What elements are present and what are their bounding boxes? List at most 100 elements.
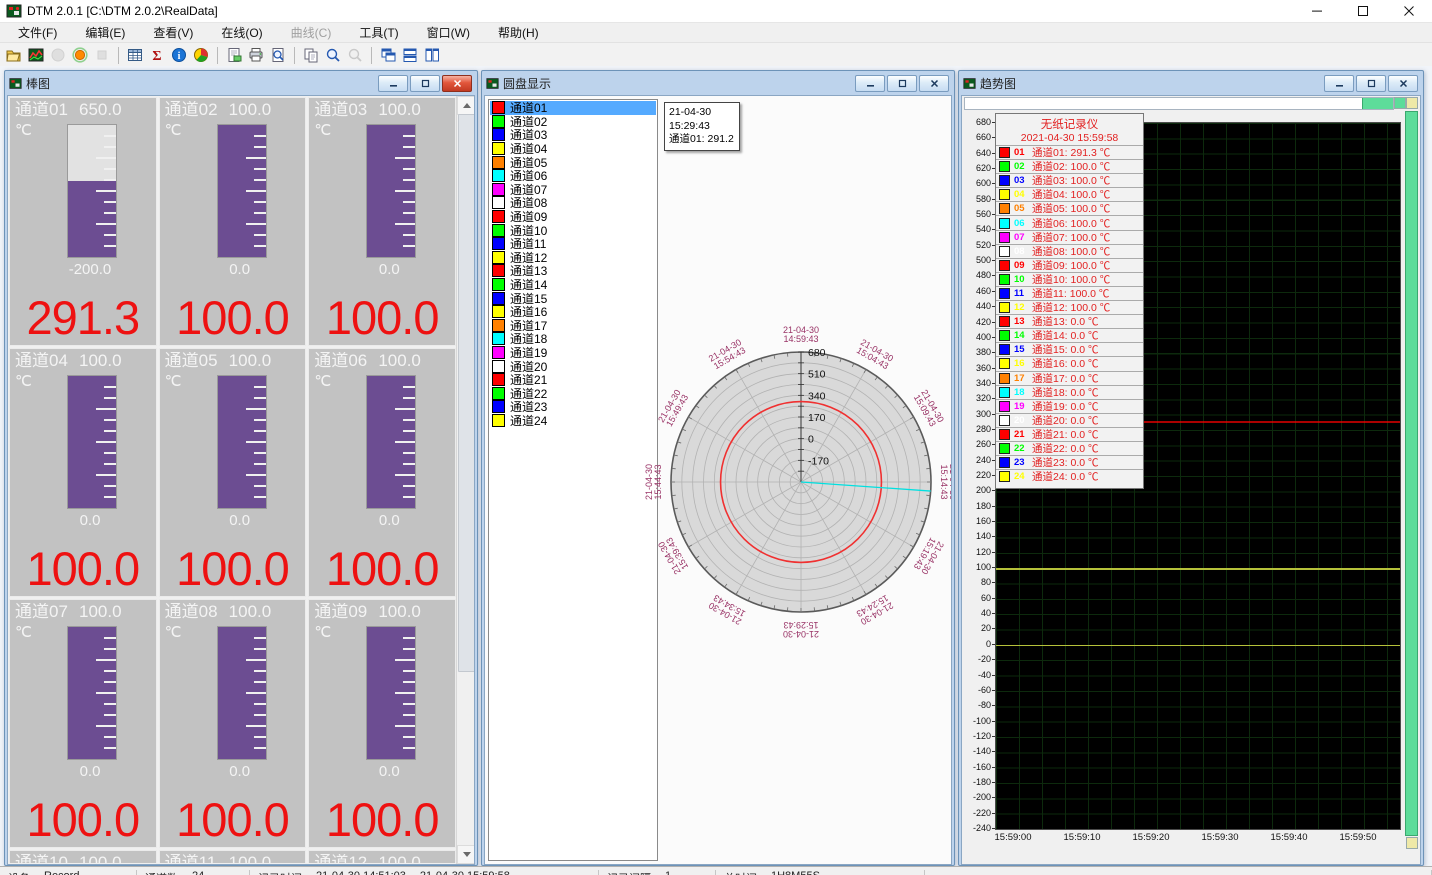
window-close-button[interactable]: [919, 75, 949, 92]
realtime-chart-icon[interactable]: [27, 47, 45, 64]
window-close-button[interactable]: [442, 75, 472, 92]
pie-chart-icon[interactable]: [192, 47, 210, 64]
y-axis-label: 520: [962, 240, 991, 250]
y-axis-tick: [992, 444, 995, 445]
trend-hscroll-thumb[interactable]: [1362, 98, 1393, 109]
legend-channel-value: 通道21: 0.0 ℃: [1032, 427, 1099, 442]
channel-color-swatch: [492, 196, 505, 209]
gauge-tick: [246, 474, 266, 476]
tooltip-value: 通道01: 291.2: [669, 133, 735, 147]
window-minimize-button[interactable]: [1324, 75, 1354, 92]
tile-vertical-icon[interactable]: [423, 47, 441, 64]
open-icon[interactable]: [5, 47, 23, 64]
gauge-max-value: 100.0: [378, 603, 421, 621]
legend-channel-value: 通道05: 100.0 ℃: [1032, 201, 1110, 216]
trend-horizontal-scrollbar[interactable]: [964, 97, 1394, 110]
legend-row: 13通道13: 0.0 ℃: [996, 314, 1143, 328]
window-minimize-button[interactable]: [378, 75, 408, 92]
tile-horizontal-icon[interactable]: [401, 47, 419, 64]
svg-text:340: 340: [808, 390, 826, 402]
legend-channel-value: 通道19: 0.0 ℃: [1032, 399, 1099, 414]
gauge-current-value: 100.0: [10, 541, 156, 596]
window-restore-button[interactable]: [410, 75, 440, 92]
y-axis-label: 580: [962, 194, 991, 204]
legend-channel-number: 24: [1014, 471, 1028, 482]
legend-color-swatch: [999, 232, 1010, 243]
legend-color-swatch: [999, 189, 1010, 200]
gauge-tick: [254, 463, 266, 465]
menu-item-帮助H[interactable]: 帮助(H): [484, 22, 553, 43]
gauge-header: 通道02100.0: [160, 98, 306, 119]
gauge-tick: [246, 659, 266, 661]
export-icon[interactable]: [225, 47, 243, 64]
cascade-windows-icon[interactable]: [379, 47, 397, 64]
window-close-button[interactable]: [1388, 75, 1418, 92]
gauge-tick: [254, 179, 266, 181]
window-restore-button[interactable]: [1356, 75, 1386, 92]
toolbar-separator: [118, 47, 119, 64]
svg-text:21-04-3015:14:43: 21-04-3015:14:43: [939, 464, 952, 500]
menu-item-查看V[interactable]: 查看(V): [139, 22, 207, 43]
gauge-tick: [104, 637, 116, 639]
bar-graph-window-title: 棒图: [26, 75, 50, 92]
window-restore-button[interactable]: [887, 75, 917, 92]
y-axis-label: 640: [962, 148, 991, 158]
channel-label: 通道24: [510, 412, 547, 429]
trend-scroll-corner-bottom[interactable]: [1406, 837, 1418, 849]
trend-vertical-scrollbar[interactable]: [1405, 111, 1418, 836]
trend-trace-通道12: [996, 568, 1400, 570]
print-preview-icon[interactable]: [269, 47, 287, 64]
app-minimize-button[interactable]: [1294, 0, 1340, 22]
y-axis-label: 480: [962, 270, 991, 280]
trend-chart-window-titlebar[interactable]: 趋势图: [961, 73, 1421, 95]
legend-channel-value: 通道10: 100.0 ℃: [1032, 272, 1110, 287]
scrollbar-thumb[interactable]: [458, 114, 475, 672]
disc-display-window-body: 通道01通道02通道03通道04通道05通道06通道07通道08通道09通道10…: [484, 95, 952, 865]
gauge-tick: [104, 245, 116, 247]
disc-display-window-titlebar[interactable]: 圆盘显示: [484, 73, 952, 95]
gauge-tick: [403, 714, 415, 716]
legend-color-swatch: [999, 415, 1010, 426]
scrollbar-up-arrow-icon[interactable]: [457, 96, 475, 115]
gauge-tick: [254, 430, 266, 432]
print-icon[interactable]: [247, 47, 265, 64]
gauge-tick: [395, 223, 415, 225]
gauge-tick: [403, 386, 415, 388]
app-maximize-button[interactable]: [1340, 0, 1386, 22]
bar-window-scrollbar[interactable]: [456, 96, 474, 864]
bar-graph-window-titlebar[interactable]: 棒图: [7, 73, 475, 95]
record-icon[interactable]: [71, 47, 89, 64]
menu-item-工具T[interactable]: 工具(T): [345, 22, 412, 43]
data-table-icon[interactable]: [126, 47, 144, 64]
menu-item-文件F[interactable]: 文件(F): [4, 22, 71, 43]
scrollbar-down-arrow-icon[interactable]: [457, 845, 475, 864]
window-minimize-button[interactable]: [855, 75, 885, 92]
statistics-sigma-icon[interactable]: Σ: [148, 47, 166, 64]
app-close-button[interactable]: [1386, 0, 1432, 22]
gauge-tick: [254, 714, 266, 716]
y-axis-tick: [992, 229, 995, 230]
legend-channel-value: 通道16: 0.0 ℃: [1032, 356, 1099, 371]
legend-color-swatch: [999, 274, 1010, 285]
copy-icon[interactable]: [302, 47, 320, 64]
gauge-tick: [246, 223, 266, 225]
menu-item-编辑E[interactable]: 编辑(E): [71, 22, 139, 43]
gauge-header: 通道10100.0: [10, 851, 156, 863]
gauge-tick: [403, 201, 415, 203]
y-axis-label: 420: [962, 317, 991, 327]
y-axis-label: 500: [962, 255, 991, 265]
legend-channel-number: 09: [1014, 260, 1028, 271]
y-axis-tick: [992, 751, 995, 752]
gauge-tick: [254, 736, 266, 738]
trend-scroll-corner-yellow[interactable]: [1406, 97, 1418, 109]
bar-gauge-cell: 通道07100.0℃0.0100.0: [9, 599, 157, 848]
menu-item-窗口W[interactable]: 窗口(W): [413, 22, 484, 43]
menu-item-在线O[interactable]: 在线(O): [207, 22, 276, 43]
gauge-current-value: 100.0: [10, 792, 156, 847]
y-axis-label: 60: [962, 593, 991, 603]
info-icon[interactable]: i: [170, 47, 188, 64]
gauge-tick: [254, 135, 266, 137]
trend-scroll-corner-green[interactable]: [1394, 97, 1406, 109]
gauge-tick: [104, 386, 116, 388]
zoom-icon[interactable]: [324, 47, 342, 64]
